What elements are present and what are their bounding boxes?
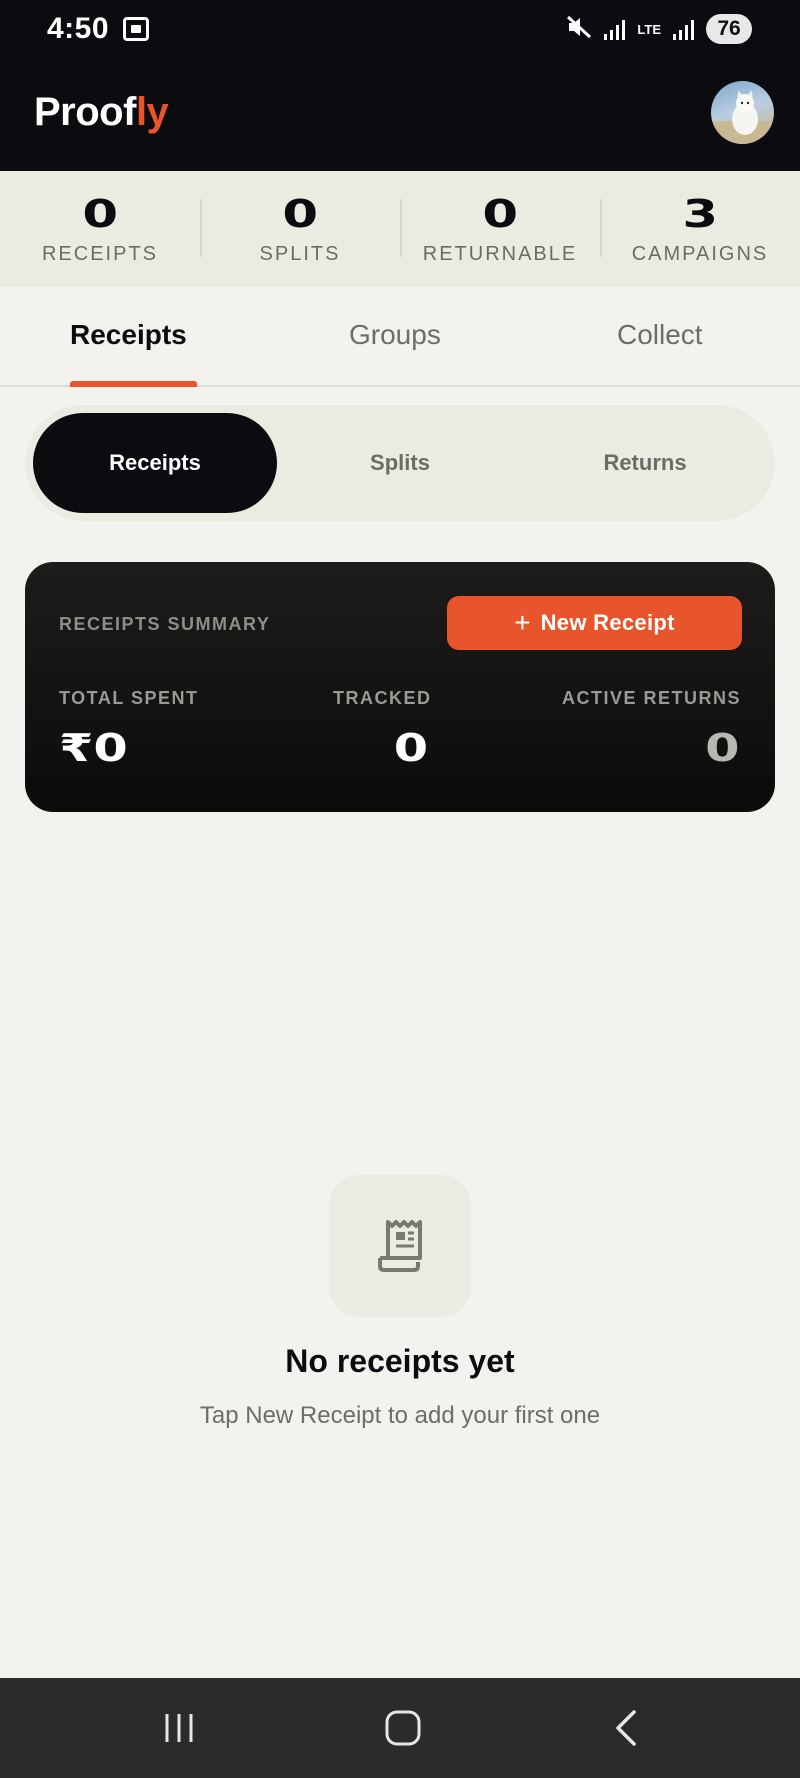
stat-receipts[interactable]: 0 RECEIPTS (0, 171, 200, 287)
segment-returns[interactable]: Returns (523, 413, 767, 513)
stat-value: 3 (682, 192, 718, 236)
stat-campaigns[interactable]: 3 CAMPAIGNS (600, 171, 800, 287)
screen-record-icon (123, 17, 149, 41)
new-receipt-button[interactable]: + New Receipt (447, 596, 742, 650)
active-returns-label: ACTIVE RETURNS (561, 688, 741, 708)
battery-indicator: 76 (706, 14, 752, 44)
empty-state-subtitle: Tap New Receipt to add your first one (199, 1402, 601, 1429)
active-returns-value: 0 (704, 726, 739, 770)
stat-value: 0 (482, 192, 518, 236)
segment-receipts[interactable]: Receipts (33, 413, 277, 513)
stat-value: 0 (82, 192, 118, 236)
home-icon[interactable] (343, 1678, 463, 1778)
stat-label: RECEIPTS (41, 243, 159, 265)
receipts-summary-card: RECEIPTS SUMMARY + New Receipt TOTAL SPE… (25, 562, 775, 812)
main-tabs: Receipts Groups Collect (0, 287, 800, 387)
recent-apps-icon[interactable] (119, 1678, 239, 1778)
signal-icon (604, 18, 626, 40)
total-spent-label: TOTAL SPENT (59, 688, 199, 708)
logo-accent: ly (135, 90, 169, 134)
status-icons: LTE 76 (566, 12, 752, 46)
stats-strip: 0 RECEIPTS 0 SPLITS 0 RETURNABLE 3 CAMPA… (0, 171, 800, 287)
stat-label: RETURNABLE (422, 243, 578, 265)
logo-main: Proof (34, 90, 136, 134)
stat-returnable[interactable]: 0 RETURNABLE (400, 171, 600, 287)
stat-label: CAMPAIGNS (631, 243, 769, 265)
status-time: 4:50 (47, 12, 110, 45)
tab-collect[interactable]: Collect (617, 319, 703, 351)
top-bar: 4:50 LTE 76 Proofly (0, 0, 800, 171)
profile-avatar[interactable] (711, 81, 774, 144)
back-icon[interactable] (567, 1678, 687, 1778)
system-nav-bar (0, 1678, 800, 1778)
stat-value: 0 (282, 192, 318, 236)
receipt-icon (329, 1175, 471, 1317)
total-spent-value: ₹0 (59, 726, 128, 770)
plus-icon: + (514, 607, 531, 638)
app-logo: Proofly (34, 90, 169, 135)
stat-label: SPLITS (259, 243, 341, 265)
empty-state-title: No receipts yet (285, 1343, 515, 1379)
tracked-value: 0 (393, 726, 429, 770)
tab-receipts[interactable]: Receipts (70, 319, 187, 351)
segment-splits[interactable]: Splits (278, 413, 522, 513)
tracked-label: TRACKED (333, 688, 432, 708)
signal-icon (673, 18, 694, 40)
summary-title: RECEIPTS SUMMARY (59, 614, 271, 634)
lte-label: LTE (637, 21, 661, 37)
tab-groups[interactable]: Groups (349, 319, 441, 351)
stat-splits[interactable]: 0 SPLITS (200, 171, 400, 287)
active-tab-indicator (70, 381, 197, 387)
segmented-control: Receipts Splits Returns (25, 405, 775, 521)
mute-icon (566, 15, 592, 43)
new-receipt-label: New Receipt (540, 610, 675, 635)
